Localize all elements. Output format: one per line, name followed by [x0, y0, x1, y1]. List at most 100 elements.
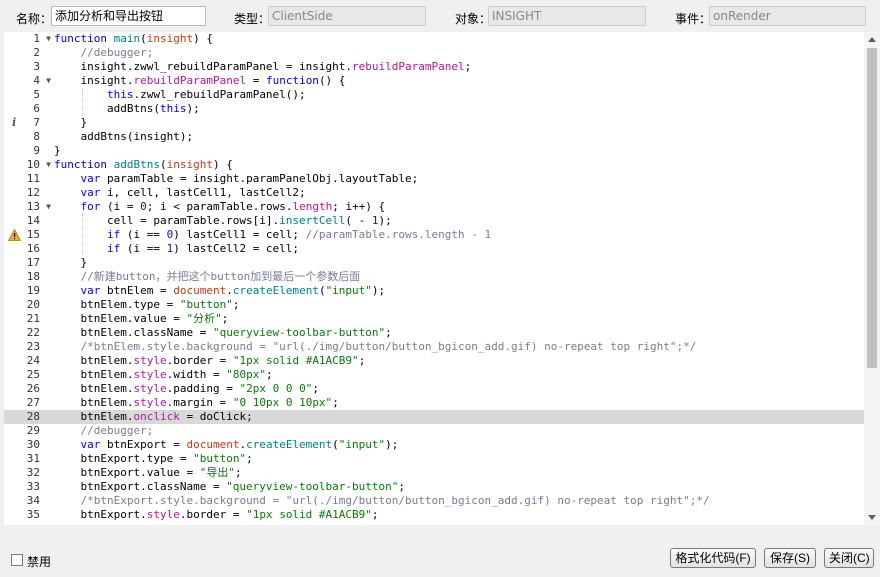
line-number: 13 [26, 200, 40, 213]
line-number: 16 [26, 242, 40, 255]
code-line[interactable]: insight.zwwl_rebuildParamPanel = insight… [54, 60, 864, 74]
line-number: 11 [26, 172, 40, 185]
gutter-row: 13 ▼ [4, 200, 54, 214]
format-code-button[interactable]: 格式化代码(F) [670, 548, 756, 568]
disable-checkbox[interactable] [11, 554, 23, 566]
code-line[interactable]: for (i = 0; i < paramTable.rows.length; … [54, 200, 864, 214]
code-line[interactable]: addBtns(this); [54, 102, 864, 116]
code-line[interactable]: var i, cell, lastCell1, lastCell2; [54, 186, 864, 200]
code-line[interactable]: btnElem.type = "button"; [54, 298, 864, 312]
gutter-row: 30 [4, 438, 54, 452]
code-editor[interactable]: 1 ▼ 2 3 4 ▼ 5 6 7 i 8 9 10 ▼ 11 12 13 ▼ 14 15 16 17 18 19 20 21 22… [4, 32, 880, 525]
line-number: 21 [26, 312, 40, 325]
line-number: 4 [33, 74, 40, 87]
line-number: 2 [33, 46, 40, 59]
name-label: 名称： [16, 12, 53, 26]
code-line[interactable]: this.zwwl_rebuildParamPanel(); [54, 88, 864, 102]
scroll-thumb[interactable] [867, 48, 877, 368]
code-line[interactable]: var btnElem = document.createElement("in… [54, 284, 864, 298]
line-number: 23 [26, 340, 40, 353]
gutter-row: 10 ▼ [4, 158, 54, 172]
code-line[interactable]: //debugger; [54, 424, 864, 438]
line-number: 29 [26, 424, 40, 437]
line-number: 32 [26, 466, 40, 479]
line-number: 28 [26, 410, 40, 423]
code-line[interactable]: cell = paramTable.rows[i].insertCell( - … [54, 214, 864, 228]
code-line[interactable]: btnExport.style.border = "1px solid #A1A… [54, 508, 864, 522]
gutter-row: 3 [4, 60, 54, 74]
gutter-row: 5 [4, 88, 54, 102]
gutter-row: 19 [4, 284, 54, 298]
name-input[interactable]: 添加分析和导出按钮 [51, 6, 206, 26]
line-number: 22 [26, 326, 40, 339]
indent-guide [82, 88, 84, 116]
code-line[interactable]: //新建button，并把这个button加到最后一个参数后面 [54, 270, 864, 284]
code-line[interactable]: if (i == 1) lastCell2 = cell; [54, 242, 864, 256]
gutter-row: 2 [4, 46, 54, 60]
gutter-row: 14 [4, 214, 54, 228]
fold-toggle-icon[interactable]: ▼ [46, 74, 51, 88]
warning-marker-icon[interactable] [8, 229, 21, 241]
vertical-scrollbar[interactable] [864, 32, 880, 525]
gutter-row: 15 [4, 228, 54, 242]
code-line[interactable]: btnExport.type = "button"; [54, 452, 864, 466]
line-number: 1 [33, 32, 40, 45]
indent-guide [82, 214, 84, 256]
code-content[interactable]: function main(insight) { //debugger; ins… [54, 32, 864, 525]
code-line[interactable]: btnExport.className = "queryview-toolbar… [54, 480, 864, 494]
fold-toggle-icon[interactable]: ▼ [46, 32, 51, 46]
code-line[interactable]: /*btnElem.style.background = "url(./img/… [54, 340, 864, 354]
code-line[interactable]: btnElem.style.border = "1px solid #A1ACB… [54, 354, 864, 368]
line-number: 24 [26, 354, 40, 367]
code-line[interactable]: btnElem.style.width = "80px"; [54, 368, 864, 382]
gutter-row: 23 [4, 340, 54, 354]
type-field: ClientSide [268, 6, 426, 26]
line-number: 17 [26, 256, 40, 269]
code-line[interactable]: btnElem.className = "queryview-toolbar-b… [54, 326, 864, 340]
line-number: 33 [26, 480, 40, 493]
code-line[interactable]: } [54, 116, 864, 130]
line-number: 31 [26, 452, 40, 465]
gutter-row: 28 [4, 410, 54, 424]
code-line[interactable]: } [54, 144, 864, 158]
line-number: 8 [33, 130, 40, 143]
code-line[interactable]: btnExport.value = "导出"; [54, 466, 864, 480]
object-label: 对象： [455, 12, 492, 26]
save-button[interactable]: 保存(S) [764, 548, 816, 568]
line-gutter: 1 ▼ 2 3 4 ▼ 5 6 7 i 8 9 10 ▼ 11 12 13 ▼ 14 15 16 17 18 19 20 21 22… [4, 32, 54, 525]
code-line[interactable]: btnElem.style.padding = "2px 0 0 0"; [54, 382, 864, 396]
line-number: 9 [33, 144, 40, 157]
line-number: 5 [33, 88, 40, 101]
scroll-down-icon[interactable] [868, 515, 876, 520]
disable-label: 禁用 [27, 555, 52, 569]
gutter-row: 22 [4, 326, 54, 340]
scroll-up-icon[interactable] [868, 37, 876, 42]
code-line[interactable]: btnElem.value = "分析"; [54, 312, 864, 326]
code-line[interactable]: btnElem.onclick = doClick; [54, 410, 864, 424]
line-number: 12 [26, 186, 40, 199]
code-line[interactable]: function main(insight) { [54, 32, 864, 46]
code-line[interactable]: //debugger; [54, 46, 864, 60]
line-number: 18 [26, 270, 40, 283]
code-line[interactable]: function addBtns(insight) { [54, 158, 864, 172]
info-marker-icon[interactable]: i [12, 116, 16, 130]
gutter-row: 8 [4, 130, 54, 144]
type-label: 类型： [234, 12, 271, 26]
code-line[interactable]: insight.rebuildParamPanel = function() { [54, 74, 864, 88]
code-line[interactable]: var btnExport = document.createElement("… [54, 438, 864, 452]
event-field: onRender [709, 6, 866, 26]
close-button[interactable]: 关闭(C) [824, 548, 874, 568]
line-number: 34 [26, 494, 40, 507]
code-line[interactable]: /*btnExport.style.background = "url(./im… [54, 494, 864, 508]
gutter-row: 33 [4, 480, 54, 494]
code-line[interactable]: var paramTable = insight.paramPanelObj.l… [54, 172, 864, 186]
fold-toggle-icon[interactable]: ▼ [46, 158, 51, 172]
code-line[interactable]: } [54, 256, 864, 270]
code-line[interactable]: btnElem.style.margin = "0 10px 0 10px"; [54, 396, 864, 410]
code-line[interactable]: if (i == 0) lastCell1 = cell; //paramTab… [54, 228, 864, 242]
gutter-row: 20 [4, 298, 54, 312]
line-number: 10 [26, 158, 40, 171]
code-line[interactable]: addBtns(insight); [54, 130, 864, 144]
fold-toggle-icon[interactable]: ▼ [46, 200, 51, 214]
line-number: 30 [26, 438, 40, 451]
